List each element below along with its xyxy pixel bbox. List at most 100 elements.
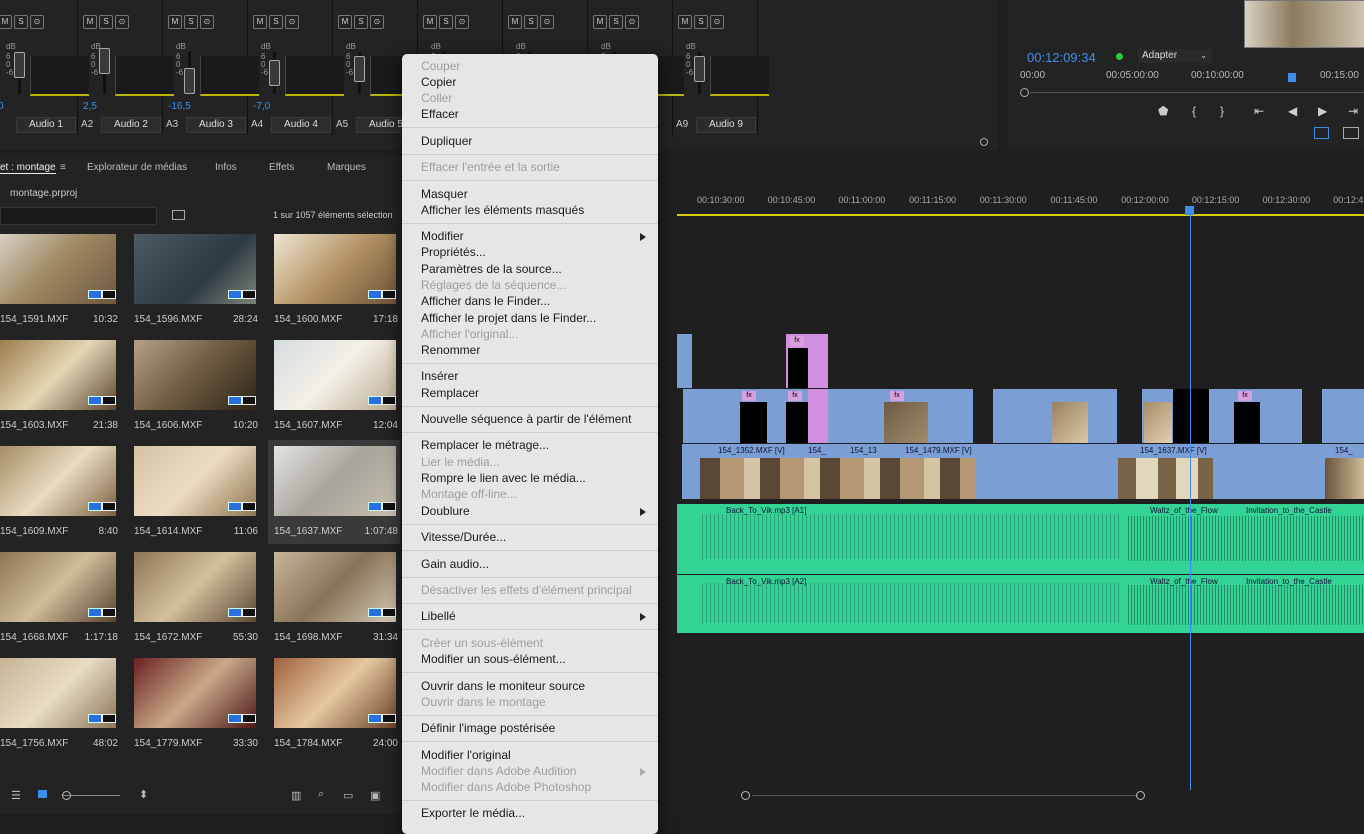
menu-item-gain-audio[interactable]: Gain audio... <box>421 557 489 571</box>
solo-button[interactable]: S <box>524 15 538 29</box>
mute-button[interactable]: M <box>0 15 12 29</box>
playhead-marker-icon[interactable] <box>1288 73 1296 82</box>
mark-in-icon[interactable]: { <box>1192 104 1196 118</box>
zoom-slider-knob[interactable] <box>62 791 71 800</box>
menu-item-doublure[interactable]: Doublure <box>421 504 470 518</box>
media-item[interactable]: 154_1779.MXF 33:30 <box>128 652 260 756</box>
fader-knob[interactable] <box>184 68 195 94</box>
mute-button[interactable]: M <box>593 15 607 29</box>
list-view-icon[interactable]: ☰ <box>11 789 21 802</box>
icon-view-icon[interactable] <box>38 790 47 798</box>
mute-button[interactable]: M <box>338 15 352 29</box>
playhead-line[interactable] <box>1190 214 1191 790</box>
media-item[interactable]: 154_1596.MXF 28:24 <box>128 228 260 332</box>
video-clip[interactable] <box>786 402 808 443</box>
channel-name[interactable]: Audio 4 <box>271 117 331 133</box>
menu-item-inserer[interactable]: Insérer <box>421 369 458 383</box>
sort-icon[interactable]: ⬍ <box>139 788 148 801</box>
media-item[interactable]: 154_1607.MXF 12:04 <box>268 334 400 438</box>
menu-item-rompre-le-lien-avec-le-media[interactable]: Rompre le lien avec le média... <box>421 471 586 485</box>
record-button[interactable]: ⊙ <box>200 15 214 29</box>
menu-item-copier[interactable]: Copier <box>421 75 456 89</box>
fader-knob[interactable] <box>14 52 25 78</box>
menu-item-definir-l-image-posterisee[interactable]: Définir l'image postérisée <box>421 721 555 735</box>
solo-button[interactable]: S <box>269 15 283 29</box>
solo-button[interactable]: S <box>14 15 28 29</box>
menu-item-masquer[interactable]: Masquer <box>421 187 468 201</box>
media-item[interactable]: 154_1603.MXF 21:38 <box>0 334 126 438</box>
mute-button[interactable]: M <box>253 15 267 29</box>
media-item[interactable]: 154_1609.MXF 8:40 <box>0 440 126 544</box>
mute-button[interactable]: M <box>508 15 522 29</box>
fader-knob[interactable] <box>354 56 365 82</box>
db-value[interactable]: 0 <box>0 101 4 112</box>
fader-knob[interactable] <box>694 56 705 82</box>
monitor-ruler[interactable]: 00:00 00:05:00:00 00:10:00:00 00:15:00 <box>1020 70 1364 90</box>
menu-item-effacer[interactable]: Effacer <box>421 107 459 121</box>
media-item[interactable]: 154_1756.MXF 48:02 <box>0 652 126 756</box>
menu-item-parametres-de-la-source[interactable]: Paramètres de la source... <box>421 262 562 276</box>
menu-item-afficher-dans-le-finder[interactable]: Afficher dans le Finder... <box>421 294 550 308</box>
compare-view-icon[interactable] <box>1343 127 1359 139</box>
go-to-in-icon[interactable]: ⇤ <box>1254 104 1264 118</box>
media-item[interactable]: 154_1668.MXF 1:17:18 <box>0 546 126 650</box>
menu-item-nouvelle-sequence-a-partir-de-l-element[interactable]: Nouvelle séquence à partir de l'élément <box>421 412 631 426</box>
menu-item-ouvrir-dans-le-moniteur-source[interactable]: Ouvrir dans le moniteur source <box>421 679 585 693</box>
video-clip[interactable] <box>740 402 767 443</box>
menu-item-renommer[interactable]: Renommer <box>421 343 480 357</box>
menu-item-modifier-l-original[interactable]: Modifier l'original <box>421 748 511 762</box>
record-button[interactable]: ⊙ <box>30 15 44 29</box>
mute-button[interactable]: M <box>168 15 182 29</box>
media-item[interactable]: 154_1672.MXF 55:30 <box>128 546 260 650</box>
timeline-scrollbar[interactable] <box>660 790 1364 800</box>
menu-item-afficher-le-projet-dans-le-finder[interactable]: Afficher le projet dans le Finder... <box>421 311 596 325</box>
menu-item-remplacer[interactable]: Remplacer <box>421 386 479 400</box>
menu-item-modifier-un-sous-element[interactable]: Modifier un sous-élément... <box>421 652 566 666</box>
video-clip[interactable] <box>683 389 973 443</box>
media-item[interactable]: 154_1698.MXF 31:34 <box>268 546 400 650</box>
fit-dropdown[interactable]: Adapter ⌄ <box>1138 49 1212 63</box>
new-item-icon[interactable]: ▣ <box>370 789 380 802</box>
solo-button[interactable]: S <box>694 15 708 29</box>
add-marker-icon[interactable]: ⬟ <box>1158 104 1168 118</box>
db-value[interactable]: -16,5 <box>168 101 191 112</box>
button-editor-icon[interactable] <box>1314 127 1329 139</box>
media-item[interactable]: 154_1600.MXF 17:18 <box>268 228 400 332</box>
mute-button[interactable]: M <box>83 15 97 29</box>
solo-button[interactable]: S <box>439 15 453 29</box>
mark-out-icon[interactable]: } <box>1220 104 1224 118</box>
solo-button[interactable]: S <box>354 15 368 29</box>
automate-to-sequence-icon[interactable]: ▥ <box>291 789 301 802</box>
media-item[interactable]: 154_1614.MXF 11:06 <box>128 440 260 544</box>
video-clip[interactable] <box>788 348 808 388</box>
record-button[interactable]: ⊙ <box>710 15 724 29</box>
fader-knob[interactable] <box>269 60 280 86</box>
channel-name[interactable]: Audio 9 <box>696 117 756 133</box>
solo-button[interactable]: S <box>184 15 198 29</box>
step-back-icon[interactable]: ◀ <box>1288 104 1297 118</box>
media-item[interactable]: 154_1637.MXF 1:07:48 <box>268 440 400 544</box>
menu-item-proprietes[interactable]: Propriétés... <box>421 245 486 259</box>
menu-item-dupliquer[interactable]: Dupliquer <box>421 134 472 148</box>
channel-name[interactable]: Audio 3 <box>186 117 246 133</box>
work-area-bar[interactable] <box>677 214 1364 216</box>
mute-button[interactable]: M <box>678 15 692 29</box>
solo-button[interactable]: S <box>99 15 113 29</box>
media-item[interactable]: 154_1784.MXF 24:00 <box>268 652 400 756</box>
fader-knob[interactable] <box>99 48 110 74</box>
menu-item-afficher-les-elements-masques[interactable]: Afficher les éléments masqués <box>421 203 584 217</box>
video-clip[interactable] <box>677 334 692 388</box>
new-folder-icon[interactable]: ▭ <box>343 789 353 802</box>
playhead-timecode[interactable]: 00:12:09:34 <box>1027 50 1096 65</box>
video-clip[interactable] <box>1322 389 1364 443</box>
record-button[interactable]: ⊙ <box>625 15 639 29</box>
timeline-ruler[interactable]: 00:10:30:00 00:10:45:00 00:11:00:00 00:11:1… <box>660 150 1364 214</box>
menu-item-remplacer-le-metrage[interactable]: Remplacer le métrage... <box>421 438 549 452</box>
menu-item-modifier[interactable]: Modifier <box>421 229 464 243</box>
find-icon[interactable]: ⌕ <box>318 788 324 801</box>
channel-name[interactable]: Audio 2 <box>101 117 161 133</box>
zoom-scrollbar[interactable] <box>1020 88 1364 97</box>
step-forward-icon[interactable]: ⇥ <box>1348 104 1358 118</box>
menu-item-exporter-le-media[interactable]: Exporter le média... <box>421 806 525 820</box>
channel-name[interactable]: Audio 1 <box>16 117 76 133</box>
